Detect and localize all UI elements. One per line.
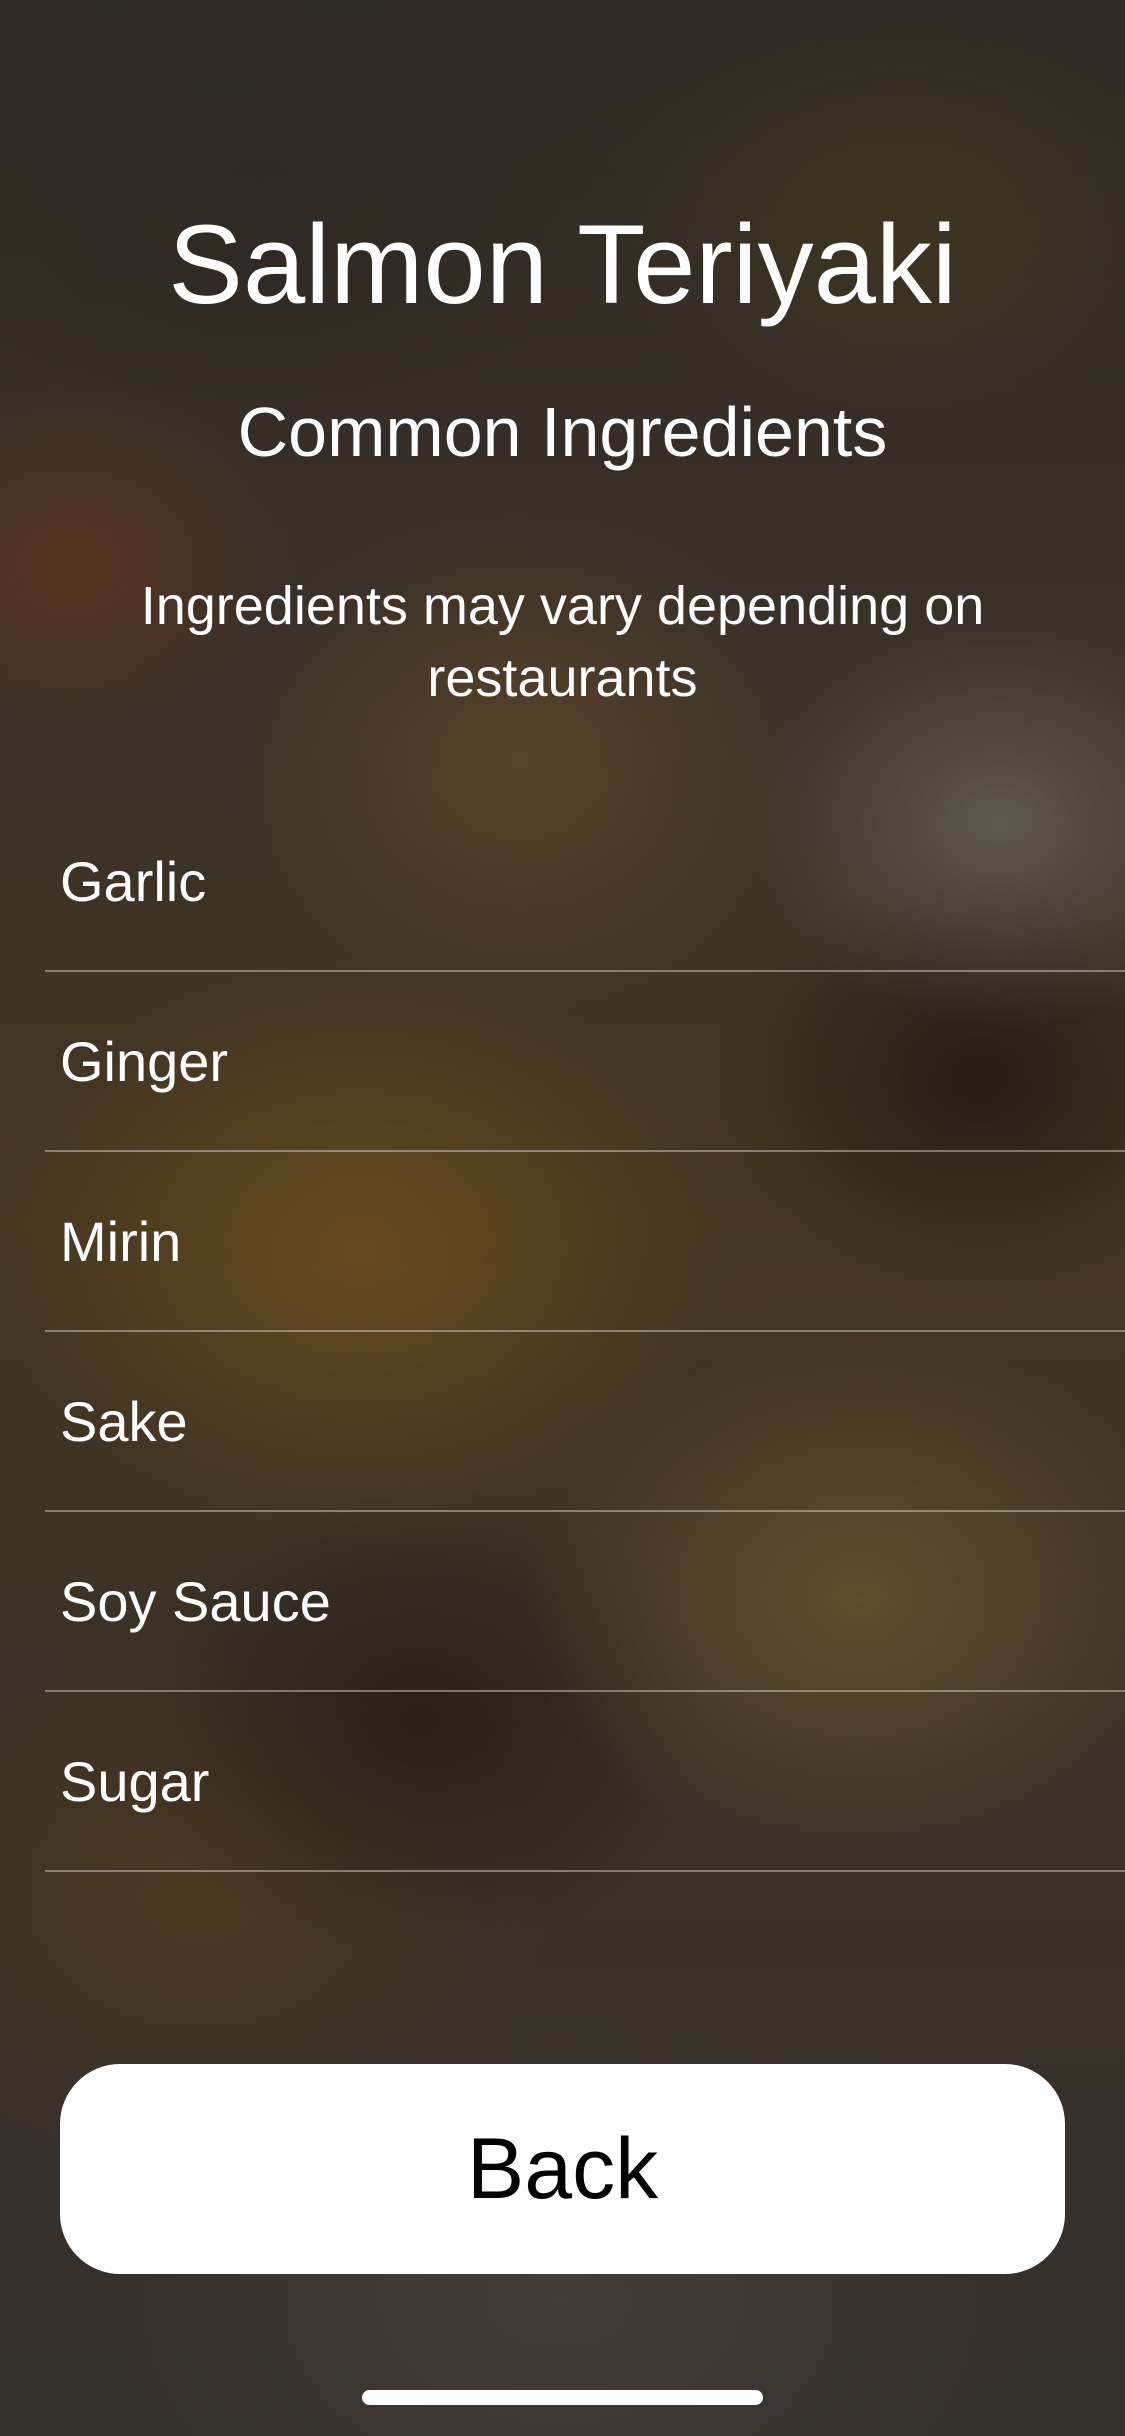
section-subtitle: Common Ingredients: [237, 393, 888, 471]
home-indicator[interactable]: [362, 2390, 763, 2405]
ingredient-item-mirin: Mirin: [45, 1152, 1125, 1332]
ingredient-list: Garlic Ginger Mirin Sake Soy Sauce Sugar: [45, 792, 1125, 1872]
back-button[interactable]: Back: [60, 2064, 1065, 2274]
ingredient-item-soy-sauce: Soy Sauce: [45, 1512, 1125, 1692]
ingredient-item-ginger: Ginger: [45, 972, 1125, 1152]
ingredient-item-sugar: Sugar: [45, 1692, 1125, 1872]
page-title: Salmon Teriyaki: [168, 202, 957, 327]
ingredients-note: Ingredients may vary depending on restau…: [140, 576, 985, 708]
ingredient-item-garlic: Garlic: [45, 792, 1125, 972]
ingredient-item-sake: Sake: [45, 1332, 1125, 1512]
